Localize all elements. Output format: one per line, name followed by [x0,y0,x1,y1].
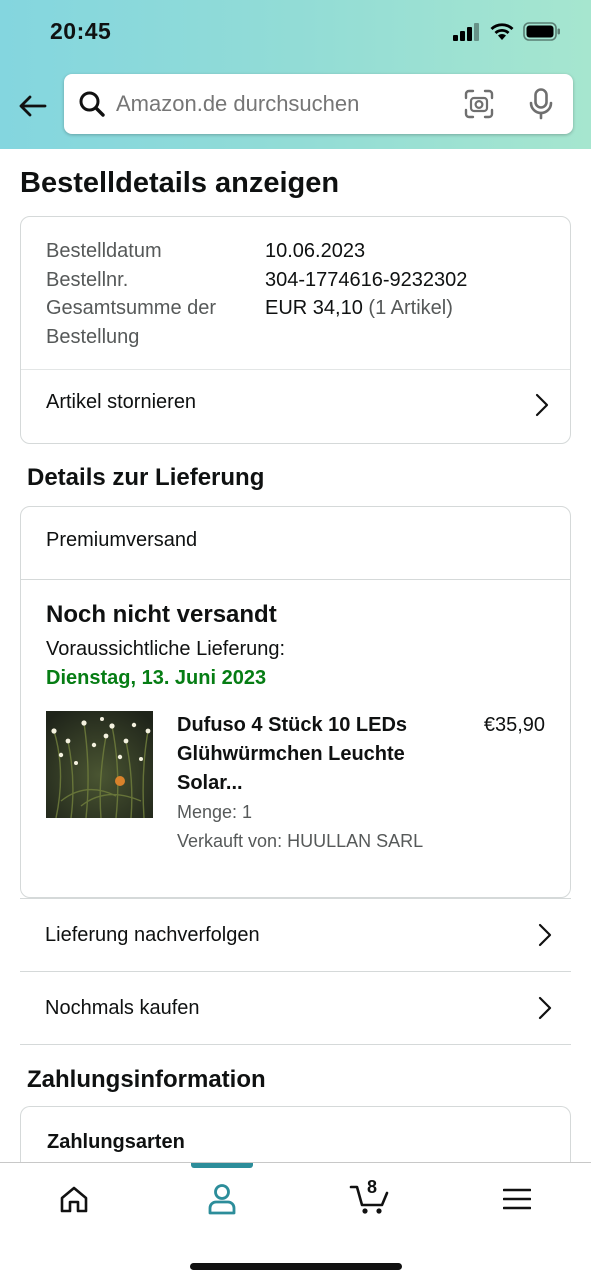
cart-count-badge: 8 [367,1177,378,1197]
cancel-items-link[interactable]: Artikel stornieren [46,391,196,414]
product-price: €35,90 [483,714,545,736]
product-seller: Verkauft von: HUULLAN SARL [177,831,424,851]
bottom-tab-bar: 8 [0,1162,591,1280]
shipping-type: Premiumversand [46,529,198,551]
home-indicator [190,1263,402,1270]
estimated-delivery-label: Voraussichtliche Lieferung: [46,638,286,660]
search-bar[interactable] [64,74,573,134]
order-total-value: EUR 34,10 (1 Artikel) [265,294,453,351]
cancel-items-label: Artikel stornieren [46,391,197,413]
wifi-icon [490,23,514,40]
user-icon [208,1184,236,1215]
track-delivery-link[interactable]: Lieferung nachverfolgen [20,899,571,971]
order-total-amount: EUR 34,10 [265,297,363,319]
status-time: 20:45 [50,18,112,44]
microphone-icon[interactable] [528,88,554,120]
estimated-delivery-date: Dienstag, 13. Juni 2023 [46,667,267,689]
signal-icon [453,22,479,41]
order-info: Bestelldatum 10.06.2023 Bestellnr. 304-1… [46,237,467,351]
camera-scan-icon[interactable] [464,89,494,119]
divider [21,369,570,370]
chevron-right-icon [538,923,552,947]
order-total-label-line1: Gesamtsumme der [46,297,217,319]
tab-account[interactable] [148,1163,296,1235]
search-icon [79,91,105,117]
product-thumbnail [46,711,153,818]
product-title[interactable]: Dufuso 4 Stück 10 LEDs Glühwürmchen Leuc… [177,711,447,798]
order-total-label: Gesamtsumme der Bestellung [46,294,265,351]
track-delivery-label: Lieferung nachverfolgen [45,923,260,946]
search-input[interactable] [116,86,446,122]
order-number-label: Bestellnr. [46,268,129,291]
buy-again-link[interactable]: Nochmals kaufen [20,972,571,1044]
order-total-row: Gesamtsumme der Bestellung EUR 34,10 (1 … [46,294,467,351]
product-image[interactable] [46,711,153,818]
tab-cart[interactable] [296,1163,444,1235]
order-total-label-line2: Bestellung [46,325,140,348]
tab-menu[interactable] [443,1163,591,1235]
order-date-value: 10.06.2023 [265,240,366,262]
chevron-right-icon [535,393,549,417]
status-icons [453,22,561,41]
battery-icon [523,22,560,41]
order-number-value: 304-1774616-9232302 [265,268,468,291]
order-number-row: Bestellnr. 304-1774616-9232302 [46,266,467,295]
order-summary-card: Bestelldatum 10.06.2023 Bestellnr. 304-1… [20,216,571,444]
order-total-items: (1 Artikel) [368,297,453,319]
divider [20,1044,571,1045]
page-title: Bestelldetails anzeigen [20,167,340,199]
back-button[interactable] [14,88,50,124]
app-header: 20:45 [0,0,591,149]
order-date-label: Bestelldatum [46,240,162,262]
home-icon [60,1186,88,1213]
shipment-status: Noch nicht versandt [46,601,277,628]
delivery-section-title: Details zur Lieferung [27,464,265,491]
order-date-row: Bestelldatum 10.06.2023 [46,237,467,266]
divider [21,579,570,580]
product-quantity: Menge: 1 [177,802,253,822]
chevron-right-icon [538,996,552,1020]
hamburger-menu-icon [503,1188,531,1210]
tab-home[interactable] [0,1163,148,1235]
back-arrow-icon [19,95,47,117]
delivery-card: Premiumversand Noch nicht versandt Vorau… [20,506,571,898]
buy-again-label: Nochmals kaufen [45,996,200,1019]
payment-section-title: Zahlungsinformation [27,1066,266,1093]
payment-methods-title: Zahlungsarten [47,1131,185,1153]
